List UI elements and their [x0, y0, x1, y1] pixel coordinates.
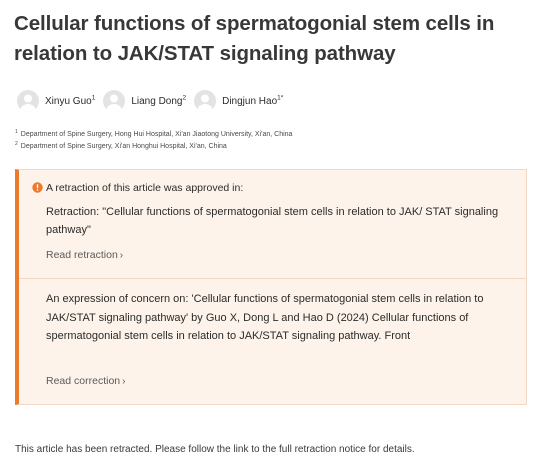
read-retraction-link[interactable]: Read retraction ›: [46, 249, 123, 261]
author-name: Dingjun Hao1*: [222, 94, 284, 107]
chevron-right-icon: ›: [119, 250, 124, 261]
concern-title: An expression of concern on: 'Cellular f…: [46, 293, 484, 342]
article-title: Cellular functions of spermatogonial ste…: [14, 12, 495, 65]
author-name: Liang Dong2: [131, 94, 187, 107]
notice-heading: A retraction of this article was approve…: [46, 182, 244, 194]
retraction-footer-text: This article has been retracted. Please …: [15, 444, 415, 455]
affiliation: 1 Department of Spine Surgery, Hong Hui H…: [15, 128, 293, 138]
read-correction-link[interactable]: Read correction ›: [46, 375, 125, 387]
divider: [19, 278, 526, 279]
exclamation-circle-icon: [32, 182, 43, 193]
author-item[interactable]: Xinyu Guo1: [17, 90, 95, 112]
author-name: Xinyu Guo1: [45, 94, 96, 107]
affiliation: 2 Department of Spine Surgery, Xi'an Hong…: [15, 140, 227, 150]
user-avatar-icon: [17, 90, 39, 112]
user-avatar-icon: [194, 90, 217, 112]
retraction-title: Retraction: "Cellular functions of sperm…: [46, 206, 499, 236]
author-item[interactable]: Liang Dong2: [103, 90, 186, 112]
author-list: Xinyu Guo1 Liang Dong2 Dingjun Hao1*: [17, 90, 291, 112]
retraction-notice-box: A retraction of this article was approve…: [15, 169, 527, 405]
user-avatar-icon: [103, 90, 126, 112]
author-item[interactable]: Dingjun Hao1*: [194, 90, 283, 112]
chevron-right-icon: ›: [122, 376, 126, 387]
